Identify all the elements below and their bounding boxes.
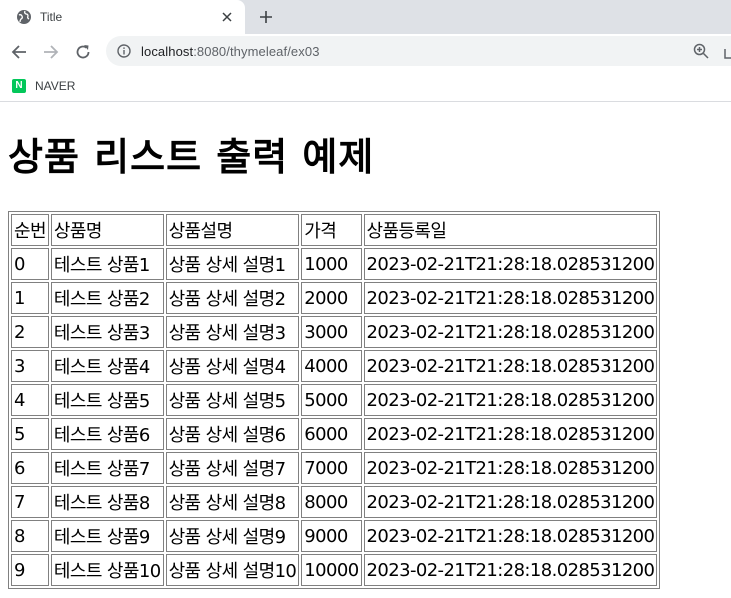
cell-description: 상품 상세 설명4 bbox=[165, 350, 300, 382]
cell-reg-date: 2023-02-21T21:28:18.028531200 bbox=[363, 384, 658, 416]
product-table: 순번 상품명 상품설명 가격 상품등록일 0 테스트 상품1 상품 상세 설명1 10… bbox=[8, 211, 661, 589]
cell-name: 테스트 상품8 bbox=[50, 486, 164, 518]
cell-description: 상품 상세 설명9 bbox=[165, 520, 300, 552]
cell-description: 상품 상세 설명10 bbox=[165, 554, 300, 586]
cell-description: 상품 상세 설명3 bbox=[165, 316, 300, 348]
header-description: 상품설명 bbox=[165, 214, 300, 246]
forward-arrow-icon[interactable] bbox=[41, 42, 61, 62]
tab-strip: Title bbox=[0, 0, 731, 34]
table-row: 8 테스트 상품9 상품 상세 설명9 9000 2023-02-21T21:28:18… bbox=[11, 520, 658, 552]
cell-price: 2000 bbox=[301, 282, 362, 314]
url-path: :8080/thymeleaf/ex03 bbox=[193, 43, 320, 59]
cell-price: 1000 bbox=[301, 248, 362, 280]
cell-index: 2 bbox=[11, 316, 49, 348]
globe-icon bbox=[16, 9, 32, 25]
browser-tab[interactable]: Title bbox=[0, 0, 245, 34]
cell-reg-date: 2023-02-21T21:28:18.028531200 bbox=[363, 418, 658, 450]
bookmark-naver[interactable]: NAVER bbox=[35, 79, 75, 93]
url-text[interactable]: localhost:8080/thymeleaf/ex03 bbox=[141, 44, 320, 59]
zoom-icon[interactable] bbox=[693, 43, 709, 59]
header-index: 순번 bbox=[11, 214, 49, 246]
cell-index: 3 bbox=[11, 350, 49, 382]
url-host: localhost bbox=[141, 43, 194, 59]
cell-description: 상품 상세 설명6 bbox=[165, 418, 300, 450]
bookmarks-bar: N NAVER bbox=[0, 70, 731, 102]
cell-index: 0 bbox=[11, 248, 49, 280]
cell-reg-date: 2023-02-21T21:28:18.028531200 bbox=[363, 248, 658, 280]
cell-name: 테스트 상품4 bbox=[50, 350, 164, 382]
reload-icon[interactable] bbox=[73, 42, 93, 62]
info-icon[interactable] bbox=[116, 43, 132, 59]
table-row: 9 테스트 상품10 상품 상세 설명10 10000 2023-02-21T21:28… bbox=[11, 554, 658, 586]
cell-price: 7000 bbox=[301, 452, 362, 484]
cell-description: 상품 상세 설명1 bbox=[165, 248, 300, 280]
cell-name: 테스트 상품1 bbox=[50, 248, 164, 280]
header-name: 상품명 bbox=[50, 214, 164, 246]
cell-price: 5000 bbox=[301, 384, 362, 416]
cell-price: 3000 bbox=[301, 316, 362, 348]
cell-price: 8000 bbox=[301, 486, 362, 518]
close-icon[interactable] bbox=[219, 9, 235, 25]
cell-name: 테스트 상품6 bbox=[50, 418, 164, 450]
cell-name: 테스트 상품9 bbox=[50, 520, 164, 552]
cell-index: 4 bbox=[11, 384, 49, 416]
cell-index: 9 bbox=[11, 554, 49, 586]
cell-name: 테스트 상품3 bbox=[50, 316, 164, 348]
page-title: 상품 리스트 출력 예제 bbox=[8, 135, 375, 179]
tab-title: Title bbox=[40, 10, 63, 24]
cell-index: 8 bbox=[11, 520, 49, 552]
cell-reg-date: 2023-02-21T21:28:18.028531200 bbox=[363, 554, 658, 586]
share-icon[interactable] bbox=[724, 43, 731, 59]
cell-description: 상품 상세 설명5 bbox=[165, 384, 300, 416]
table-body: 0 테스트 상품1 상품 상세 설명1 1000 2023-02-21T21:28:18… bbox=[11, 248, 658, 586]
cell-description: 상품 상세 설명2 bbox=[165, 282, 300, 314]
table-row: 6 테스트 상품7 상품 상세 설명7 7000 2023-02-21T21:28:18… bbox=[11, 452, 658, 484]
cell-name: 테스트 상품10 bbox=[50, 554, 164, 586]
cell-price: 6000 bbox=[301, 418, 362, 450]
table-row: 1 테스트 상품2 상품 상세 설명2 2000 2023-02-21T21:28:18… bbox=[11, 282, 658, 314]
back-arrow-icon[interactable] bbox=[9, 42, 29, 62]
header-reg-date: 상품등록일 bbox=[363, 214, 658, 246]
table-row: 7 테스트 상품8 상품 상세 설명8 8000 2023-02-21T21:28:18… bbox=[11, 486, 658, 518]
cell-name: 테스트 상품7 bbox=[50, 452, 164, 484]
cell-reg-date: 2023-02-21T21:28:18.028531200 bbox=[363, 452, 658, 484]
cell-price: 4000 bbox=[301, 350, 362, 382]
cell-index: 7 bbox=[11, 486, 49, 518]
cell-index: 6 bbox=[11, 452, 49, 484]
cell-reg-date: 2023-02-21T21:28:18.028531200 bbox=[363, 316, 658, 348]
header-price: 가격 bbox=[301, 214, 362, 246]
cell-reg-date: 2023-02-21T21:28:18.028531200 bbox=[363, 520, 658, 552]
table-row: 4 테스트 상품5 상품 상세 설명5 5000 2023-02-21T21:28:18… bbox=[11, 384, 658, 416]
browser-toolbar: localhost:8080/thymeleaf/ex03 bbox=[0, 34, 731, 70]
table-row: 5 테스트 상품6 상품 상세 설명6 6000 2023-02-21T21:28:18… bbox=[11, 418, 658, 450]
cell-reg-date: 2023-02-21T21:28:18.028531200 bbox=[363, 486, 658, 518]
table-row: 3 테스트 상품4 상품 상세 설명4 4000 2023-02-21T21:28:18… bbox=[11, 350, 658, 382]
cell-reg-date: 2023-02-21T21:28:18.028531200 bbox=[363, 350, 658, 382]
table-row: 0 테스트 상품1 상품 상세 설명1 1000 2023-02-21T21:28:18… bbox=[11, 248, 658, 280]
cell-price: 10000 bbox=[301, 554, 362, 586]
table-row: 2 테스트 상품3 상품 상세 설명3 3000 2023-02-21T21:28:18… bbox=[11, 316, 658, 348]
cell-name: 테스트 상품2 bbox=[50, 282, 164, 314]
cell-name: 테스트 상품5 bbox=[50, 384, 164, 416]
plus-icon[interactable] bbox=[256, 7, 276, 27]
cell-index: 5 bbox=[11, 418, 49, 450]
cell-index: 1 bbox=[11, 282, 49, 314]
naver-logo-icon[interactable]: N bbox=[12, 78, 26, 93]
address-bar[interactable]: localhost:8080/thymeleaf/ex03 bbox=[106, 36, 731, 66]
cell-description: 상품 상세 설명7 bbox=[165, 452, 300, 484]
cell-description: 상품 상세 설명8 bbox=[165, 486, 300, 518]
cell-reg-date: 2023-02-21T21:28:18.028531200 bbox=[363, 282, 658, 314]
table-header-row: 순번 상품명 상품설명 가격 상품등록일 bbox=[11, 214, 658, 246]
cell-price: 9000 bbox=[301, 520, 362, 552]
